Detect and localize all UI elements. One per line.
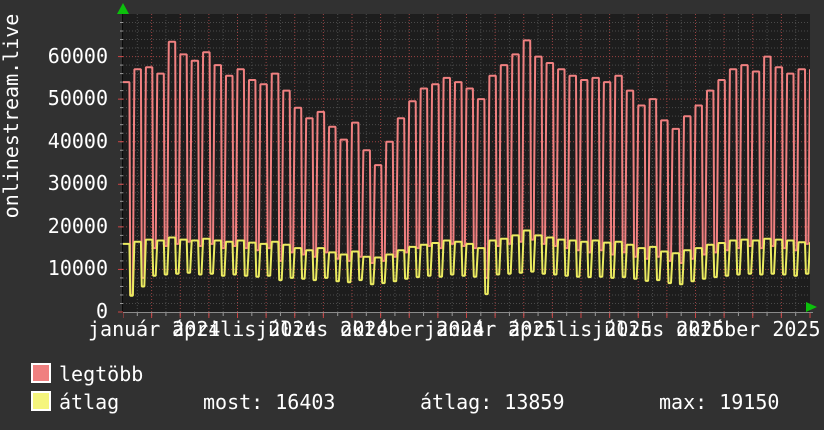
x-axis-arrow-icon <box>806 302 817 312</box>
legend-swatch-legtobb <box>31 363 51 383</box>
stat-most: most: 16403 <box>203 390 336 414</box>
series-line-atlag <box>123 229 810 297</box>
plot-area <box>123 14 810 312</box>
y-axis-arrow-icon <box>117 3 129 14</box>
y-tick-label: 30000 <box>47 171 108 195</box>
legend-label-atlag: átlag <box>59 390 120 414</box>
x-tick-label: október 2025 <box>676 317 821 341</box>
stat-max: max: 19150 <box>659 390 780 414</box>
stat-atlag: átlag: 13859 <box>420 390 565 414</box>
legend-label-legtobb: legtöbb <box>59 362 144 386</box>
y-axis-ticks <box>118 22 123 313</box>
y-tick-label: 20000 <box>47 214 108 238</box>
rrd-graph-page: { "title": "onlinestream.live", "legend"… <box>0 0 824 430</box>
y-tick-label: 60000 <box>47 44 108 68</box>
legend-swatch-atlag <box>31 391 51 411</box>
y-tick-label: 50000 <box>47 86 108 110</box>
y-tick-label: 40000 <box>47 129 108 153</box>
y-tick-label: 10000 <box>47 256 108 280</box>
data-series <box>123 39 810 297</box>
